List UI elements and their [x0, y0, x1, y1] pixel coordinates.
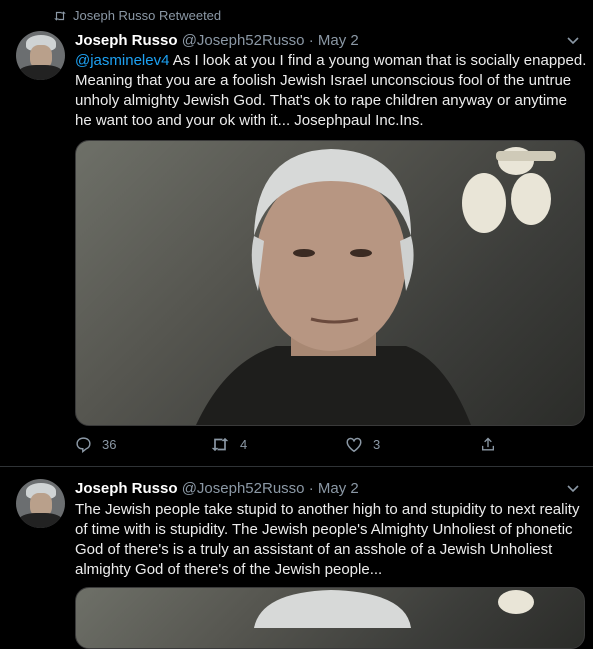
- separator-dot: ·: [308, 480, 314, 497]
- chevron-down-icon[interactable]: [566, 482, 580, 496]
- tweet-text: @jasminelev4 As I look at you I find a y…: [75, 51, 587, 131]
- tweet-date[interactable]: May 2: [318, 480, 359, 497]
- heart-icon: [346, 437, 362, 453]
- avatar[interactable]: [16, 31, 65, 80]
- tweet-body: The Jewish people take stupid to another…: [75, 501, 580, 578]
- retweet-count: 4: [240, 437, 248, 452]
- tweet-1[interactable]: Joseph Russo Retweeted Joseph Russo @Jos…: [0, 0, 593, 466]
- tweet-photo[interactable]: [75, 140, 585, 426]
- share-button[interactable]: [480, 436, 496, 453]
- author-name[interactable]: Joseph Russo: [75, 480, 178, 497]
- retweet-icon: [54, 10, 66, 21]
- tweet-photo[interactable]: [75, 587, 585, 649]
- separator-dot: ·: [308, 32, 314, 49]
- tweet-actions: 36 4 3: [75, 436, 515, 453]
- photo-illustration: [254, 590, 534, 628]
- like-button[interactable]: 3: [345, 436, 480, 453]
- avatar[interactable]: [16, 479, 65, 528]
- reply-icon: [76, 437, 91, 453]
- retweet-button[interactable]: 4: [210, 436, 345, 453]
- author-handle[interactable]: @Joseph52Russo: [182, 32, 305, 49]
- tweet-2[interactable]: Joseph Russo @Joseph52Russo · May 2 The …: [0, 467, 593, 649]
- like-count: 3: [373, 437, 381, 452]
- chevron-down-icon[interactable]: [566, 34, 580, 48]
- retweet-banner: Joseph Russo Retweeted: [53, 8, 221, 23]
- retweet-banner-text: Joseph Russo Retweeted: [73, 8, 222, 23]
- reply-button[interactable]: 36: [75, 436, 210, 453]
- retweet-icon: [211, 437, 229, 452]
- photo-illustration: [196, 147, 556, 425]
- tweet-header: Joseph Russo @Joseph52Russo · May 2: [75, 32, 359, 49]
- tweet-date[interactable]: May 2: [318, 32, 359, 49]
- tweet-text: The Jewish people take stupid to another…: [75, 500, 587, 580]
- mention-link[interactable]: @jasminelev4: [75, 52, 169, 69]
- reply-count: 36: [102, 437, 117, 452]
- author-handle[interactable]: @Joseph52Russo: [182, 480, 305, 497]
- share-icon: [482, 437, 494, 451]
- author-name[interactable]: Joseph Russo: [75, 32, 178, 49]
- tweet-header: Joseph Russo @Joseph52Russo · May 2: [75, 480, 359, 497]
